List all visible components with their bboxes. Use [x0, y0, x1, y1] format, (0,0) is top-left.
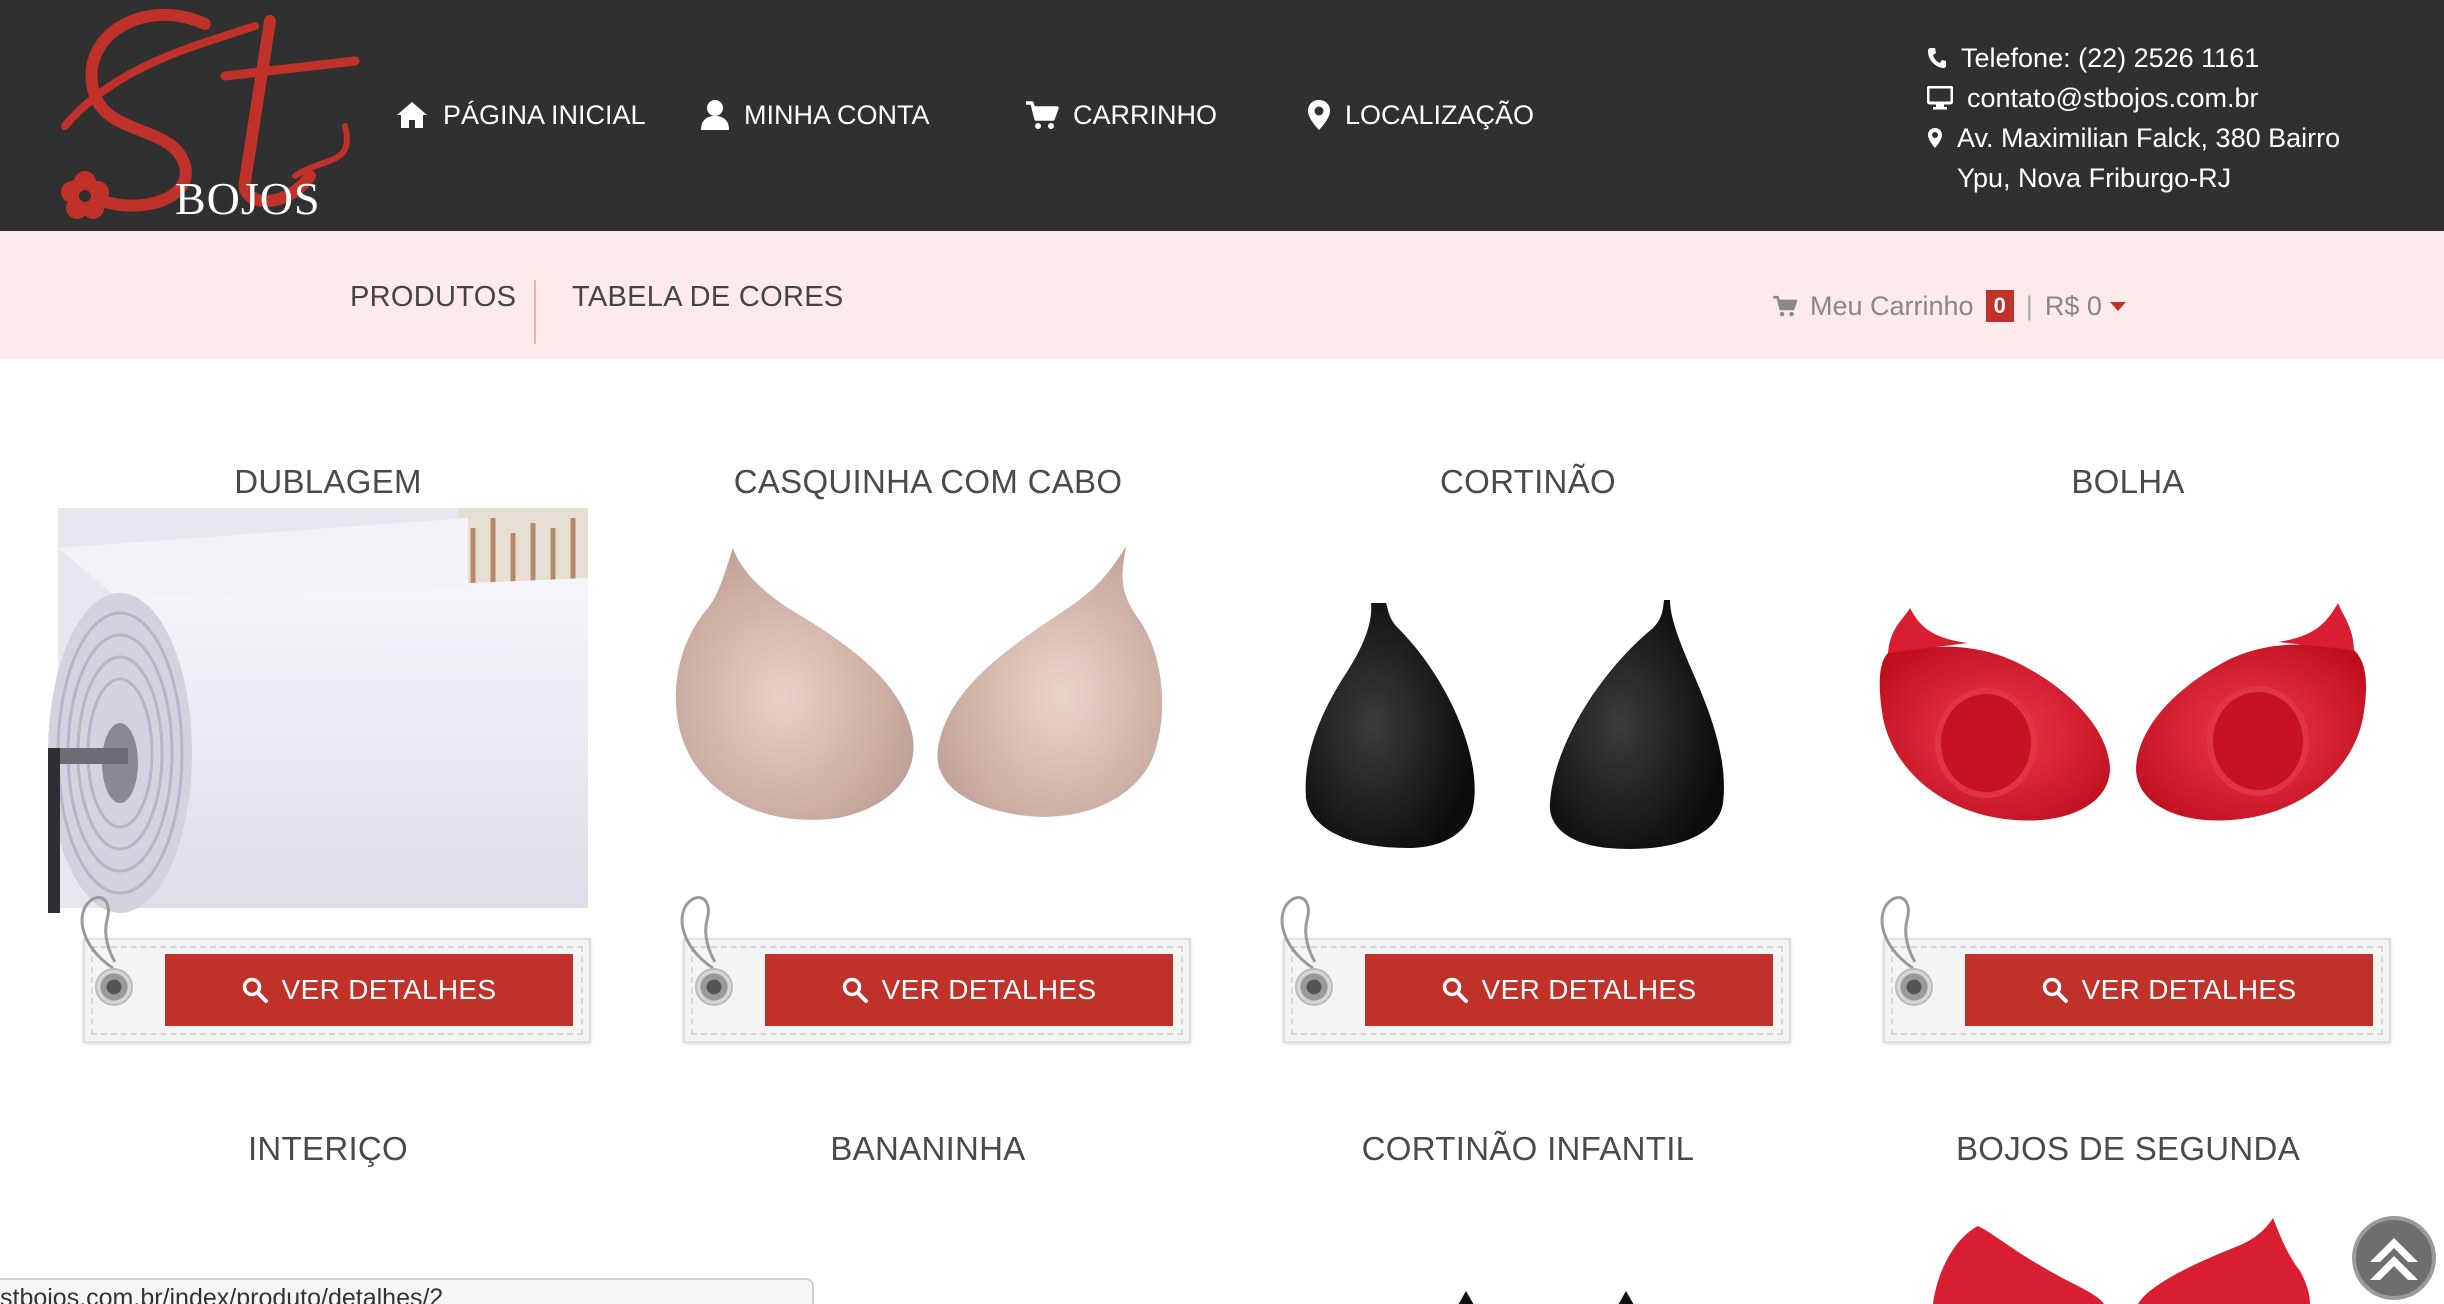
logo-text: BOJOS [175, 173, 321, 224]
product-title[interactable]: DUBLAGEM [48, 463, 608, 501]
search-icon [1442, 977, 1468, 1003]
top-header: BOJOS PÁGINA INICIAL MINHA CONTA CARRINH… [0, 0, 2444, 231]
chevron-down-icon[interactable] [2109, 301, 2126, 311]
view-details-label: VER DETALHES [881, 974, 1097, 1005]
product-title[interactable]: CORTINÃO INFANTIL [1248, 1130, 1808, 1168]
tag-string-icon [80, 896, 117, 970]
product-card: DUBLAGEM VER DETALHES [48, 463, 608, 1093]
nav-home[interactable]: PÁGINA INICIAL [395, 90, 646, 140]
tag-hole-icon [95, 968, 133, 1006]
cart-total: R$ 0 [2044, 290, 2102, 321]
view-details-button[interactable]: VER DETALHES [165, 954, 573, 1026]
product-image[interactable] [1248, 508, 1788, 913]
contact-address-text: Av. Maximilian Falck, 380 Bairro Ypu, No… [1957, 123, 2341, 193]
nav-account[interactable]: MINHA CONTA [700, 90, 930, 140]
user-icon [701, 100, 729, 130]
contact-email: contato@stbojos.com.br [1927, 78, 2367, 118]
mini-cart-label: Meu Carrinho [1810, 290, 1974, 321]
view-details-label: VER DETALHES [1481, 974, 1697, 1005]
browser-status-bar: stbojos.com.br/index/produto/detalhes/2 [0, 1278, 814, 1304]
nav-cart[interactable]: CARRINHO [1025, 90, 1217, 140]
nav-location[interactable]: LOCALIZAÇÃO [1307, 90, 1534, 140]
tag-hole-icon [1295, 968, 1333, 1006]
nav-cart-label: CARRINHO [1073, 99, 1218, 130]
product-tag: VER DETALHES [680, 896, 1191, 1043]
product-title[interactable]: INTERIÇO [48, 1130, 608, 1168]
search-icon [2042, 977, 2068, 1003]
contact-email-text[interactable]: contato@stbojos.com.br [1967, 78, 2259, 118]
cart-separator: | [2025, 290, 2033, 321]
map-marker-icon [1308, 100, 1330, 130]
phone-icon [1928, 48, 1946, 68]
product-tag: VER DETALHES [1880, 896, 2391, 1043]
view-details-button[interactable]: VER DETALHES [765, 954, 1173, 1026]
product-title[interactable]: CORTINÃO [1248, 463, 1808, 501]
scroll-to-top-button[interactable] [2352, 1216, 2436, 1300]
mini-cart-icon [1773, 295, 1798, 317]
contact-info: Telefone: (22) 2526 1161 contato@stbojos… [1927, 38, 2367, 198]
product-title[interactable]: BANANINHA [648, 1130, 1208, 1168]
product-image[interactable] [648, 508, 1188, 913]
product-card: BOJOS DE SEGUNDA [1848, 1130, 2408, 1304]
logo[interactable]: BOJOS [55, 6, 365, 224]
nav-account-label: MINHA CONTA [744, 99, 930, 130]
tag-hole-icon [695, 968, 733, 1006]
nav-home-label: PÁGINA INICIAL [443, 99, 646, 130]
contact-phone-text: Telefone: (22) 2526 1161 [1961, 43, 2260, 73]
subnav-divider [534, 280, 536, 344]
product-image[interactable] [1848, 1216, 2388, 1304]
mini-cart[interactable]: Meu Carrinho 0 | R$ 0 [1772, 284, 2126, 328]
view-details-button[interactable]: VER DETALHES [1365, 954, 1773, 1026]
product-image[interactable] [1398, 1285, 1698, 1304]
cart-icon [1026, 101, 1059, 129]
product-card: CASQUINHA COM CABO VER DETALHES [648, 463, 1208, 1093]
view-details-label: VER DETALHES [281, 974, 497, 1005]
tag-hole-icon [1895, 968, 1933, 1006]
tag-string-icon [1880, 896, 1917, 970]
view-details-button[interactable]: VER DETALHES [1965, 954, 2373, 1026]
cart-count-badge: 0 [1985, 290, 2014, 322]
product-image[interactable] [1848, 508, 2388, 913]
map-marker-small-icon [1928, 128, 1942, 148]
tag-string-icon [1280, 896, 1317, 970]
product-title[interactable]: CASQUINHA COM CABO [648, 463, 1208, 501]
product-card: CORTINÃO VER DETALHES [1248, 463, 1808, 1093]
subnav-color-table[interactable]: TABELA DE CORES [572, 281, 844, 314]
product-tag: VER DETALHES [80, 896, 591, 1043]
subnav-products[interactable]: PRODUTOS [350, 281, 516, 314]
view-details-label: VER DETALHES [2081, 974, 2297, 1005]
page: BOJOS PÁGINA INICIAL MINHA CONTA CARRINH… [0, 0, 2444, 1304]
product-title[interactable]: BOLHA [1848, 463, 2408, 501]
chevron-up-icon [2370, 1238, 2418, 1280]
tag-string-icon [680, 896, 717, 970]
search-icon [242, 977, 268, 1003]
product-card: BOLHA VER DETALHES [1848, 463, 2408, 1093]
product-image[interactable] [48, 508, 588, 913]
product-card: CORTINÃO INFANTIL [1248, 1130, 1808, 1304]
product-title[interactable]: BOJOS DE SEGUNDA [1848, 1130, 2408, 1168]
product-tag: VER DETALHES [1280, 896, 1791, 1043]
contact-phone: Telefone: (22) 2526 1161 [1927, 38, 2367, 78]
home-icon [397, 102, 427, 128]
search-icon [842, 977, 868, 1003]
monitor-icon [1927, 86, 1953, 110]
nav-location-label: LOCALIZAÇÃO [1345, 99, 1535, 130]
contact-address: Av. Maximilian Falck, 380 Bairro Ypu, No… [1927, 118, 2367, 198]
